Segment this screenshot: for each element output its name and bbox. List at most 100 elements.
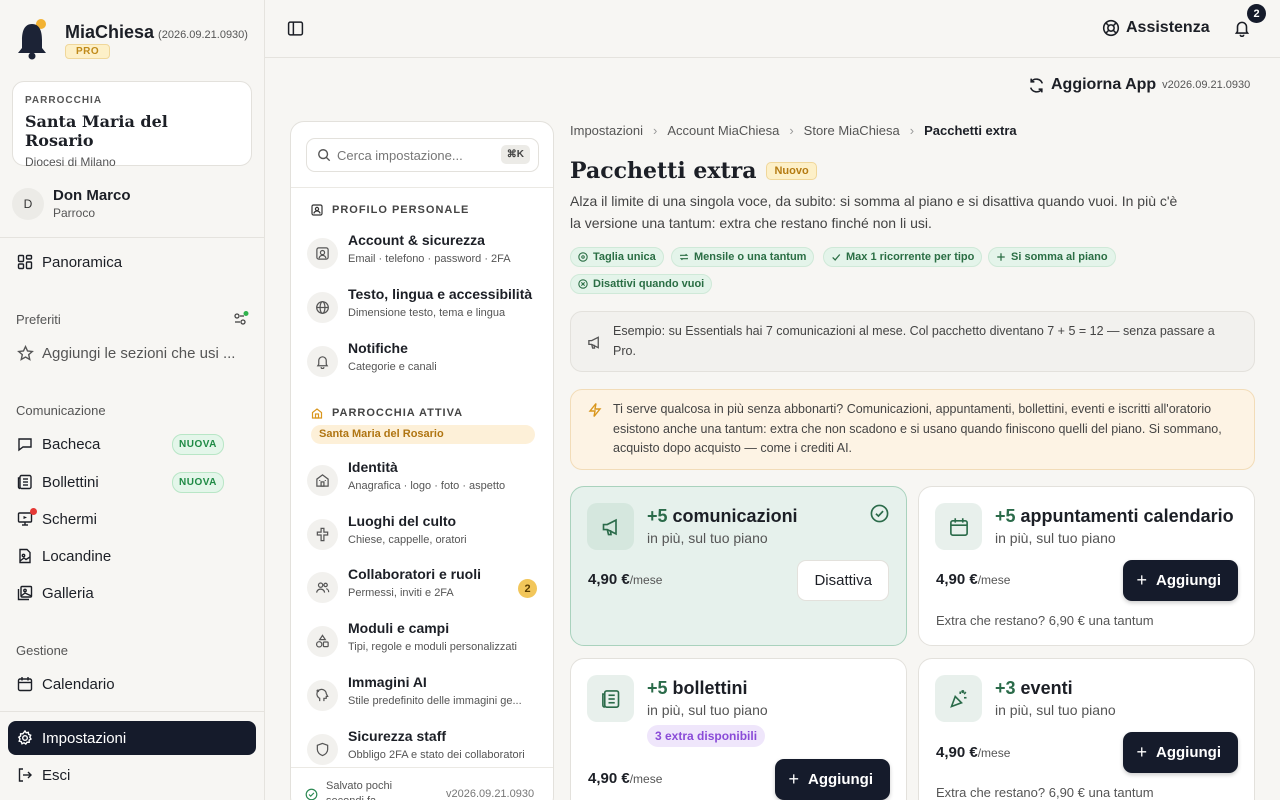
logout-icon — [17, 767, 34, 784]
pack-title: +5 appuntamenti calendario — [995, 506, 1234, 526]
settings-item-ai-images[interactable]: Immagini AI Stile predefinito delle imma… — [307, 674, 542, 720]
nav-bollettini[interactable]: Bollettini NUOVA — [8, 465, 256, 499]
save-status: Salvato pochi secondi fa — [305, 779, 416, 800]
users-icon — [307, 572, 338, 603]
check-circle-icon — [305, 788, 318, 800]
party-popper-icon — [935, 675, 982, 722]
user-role: Parroco — [53, 206, 96, 220]
group-personal: PROFILO PERSONALE — [311, 204, 469, 216]
nav-galleria-label: Galleria — [42, 584, 94, 602]
pack-price: 4,90 €/mese — [936, 744, 1011, 761]
lifebuoy-icon — [1102, 19, 1120, 37]
update-version: v2026.09.21.0930 — [1162, 79, 1251, 91]
settings-item-title: Collaboratori e ruoli — [348, 566, 482, 582]
settings-item-notifications[interactable]: Notifiche Categorie e canali — [307, 340, 542, 386]
sidebar-toggle-icon[interactable] — [287, 20, 304, 40]
id-card-icon — [311, 204, 323, 216]
nav-locandine[interactable]: Locandine — [8, 539, 256, 573]
settings-item-text-language[interactable]: Testo, lingua e accessibilità Dimensione… — [307, 286, 542, 332]
plan-badge: PRO — [65, 44, 111, 59]
gallery-icon — [17, 585, 34, 602]
pack-title: +5 comunicazioni — [647, 506, 798, 526]
pack-subtitle: in più, sul tuo piano — [647, 702, 768, 718]
parish-label: PARROCCHIA — [25, 95, 103, 106]
breadcrumb-item[interactable]: Impostazioni — [570, 123, 643, 138]
nav-schermi-label: Schermi — [42, 510, 98, 528]
shapes-icon — [307, 626, 338, 657]
manage-favorites-icon[interactable] — [233, 311, 249, 330]
settings-item-collaborators[interactable]: Collaboratori e ruoli Permessi, inviti e… — [307, 566, 542, 612]
update-app-button[interactable]: Aggiorna App v2026.09.21.0930 — [1028, 76, 1250, 94]
settings-item-identity[interactable]: Identità Anagrafica · logo · foto · aspe… — [307, 459, 542, 505]
add-pack-button[interactable]: + Aggiungi — [774, 759, 890, 800]
feature-chip: Mensile o una tantum — [671, 247, 815, 267]
star-icon — [17, 344, 34, 362]
settings-panel: ⌘K PROFILO PERSONALE Account & sicurezza… — [290, 121, 554, 800]
settings-item-places[interactable]: Luoghi del culto Chiese, cappelle, orato… — [307, 513, 542, 559]
settings-item-subtitle: Anagrafica · logo · foto · aspetto — [348, 480, 506, 492]
pack-subtitle: in più, sul tuo piano — [995, 530, 1116, 546]
repeat-icon — [679, 253, 689, 261]
settings-item-title: Immagini AI — [348, 674, 427, 690]
avatar: D — [12, 187, 44, 220]
feature-chip: Si somma al piano — [988, 247, 1116, 267]
feature-chip: Max 1 ricorrente per tipo — [823, 247, 983, 267]
search-input[interactable] — [337, 147, 487, 163]
settings-item-forms[interactable]: Moduli e campi Tipi, regole e moduli per… — [307, 620, 542, 666]
feature-chip: Taglia unica — [570, 247, 664, 267]
settings-item-subtitle: Chiese, cappelle, oratori — [348, 534, 467, 546]
tip-note-text: Ti serve qualcosa in più senza abbonarti… — [613, 402, 1222, 455]
bell-icon — [307, 346, 338, 377]
settings-item-subtitle: Obbligo 2FA e stato dei collaboratori — [348, 749, 525, 761]
new-badge: NUOVA — [172, 471, 224, 493]
divider — [0, 711, 264, 712]
screen-icon — [17, 507, 37, 528]
favorites-hint[interactable]: Aggiungi le sezioni che usi ... — [8, 336, 256, 370]
example-note-text: Esempio: su Essentials hai 7 comunicazio… — [613, 324, 1215, 358]
tip-note: Ti serve qualcosa in più senza abbonarti… — [570, 389, 1255, 470]
add-pack-button[interactable]: + Aggiungi — [1122, 560, 1238, 601]
help-button[interactable]: Assistenza — [1102, 19, 1210, 37]
breadcrumb-item[interactable]: Store MiaChiesa — [804, 123, 900, 138]
chevron-right-icon: › — [789, 123, 794, 138]
settings-item-account[interactable]: Account & sicurezza Email · telefono · p… — [307, 232, 542, 278]
favorites-title: Preferiti — [16, 312, 61, 327]
nav-calendario[interactable]: Calendario — [8, 667, 256, 701]
alert-dot — [30, 507, 37, 515]
check-circle-icon — [870, 504, 889, 523]
settings-item-subtitle: Tipi, regole e moduli personalizzati — [348, 641, 517, 653]
megaphone-icon — [587, 503, 634, 550]
shortcut-hint: ⌘K — [500, 145, 530, 164]
user-profile[interactable]: D Don Marco Parroco — [12, 187, 131, 220]
nav-settings-label: Impostazioni — [42, 729, 127, 747]
nav-overview[interactable]: Panoramica — [8, 245, 256, 279]
nav-calendario-label: Calendario — [42, 675, 115, 693]
settings-item-title: Testo, lingua e accessibilità — [348, 286, 533, 302]
settings-search[interactable]: ⌘K — [306, 138, 539, 172]
nav-settings[interactable]: Impostazioni — [8, 721, 256, 755]
globe-icon — [307, 292, 338, 323]
page-title: Pacchetti extra Nuovo — [570, 158, 817, 184]
notifications-bell-icon[interactable] — [1233, 19, 1251, 40]
deactivate-button[interactable]: Disattiva — [797, 560, 889, 601]
save-status-text: Salvato pochi secondi fa — [326, 780, 393, 800]
plus-icon: + — [1136, 570, 1148, 590]
newspaper-icon — [587, 675, 634, 722]
megaphone-icon — [588, 336, 599, 349]
nav-bacheca[interactable]: Bacheca NUOVA — [8, 427, 256, 461]
church-icon — [311, 407, 323, 419]
nav-logout[interactable]: Esci — [8, 758, 256, 792]
page-description: Alza il limite di una singola voce, da s… — [570, 193, 1178, 231]
ai-face-icon — [307, 680, 338, 711]
file-image-icon — [17, 548, 34, 565]
add-pack-button[interactable]: + Aggiungi — [1122, 732, 1238, 773]
breadcrumb-item[interactable]: Account MiaChiesa — [667, 123, 779, 138]
pack-price: 4,90 €/mese — [588, 770, 663, 787]
parish-card[interactable]: PARROCCHIA Santa Maria del Rosario Dioce… — [12, 81, 252, 169]
nav-bollettini-label: Bollettini — [42, 473, 99, 491]
nav-overview-label: Panoramica — [42, 253, 123, 271]
nav-galleria[interactable]: Galleria — [8, 576, 256, 610]
new-badge: Nuovo — [766, 162, 817, 180]
user-name: Don Marco — [53, 187, 131, 204]
nav-schermi[interactable]: Schermi — [8, 502, 256, 536]
